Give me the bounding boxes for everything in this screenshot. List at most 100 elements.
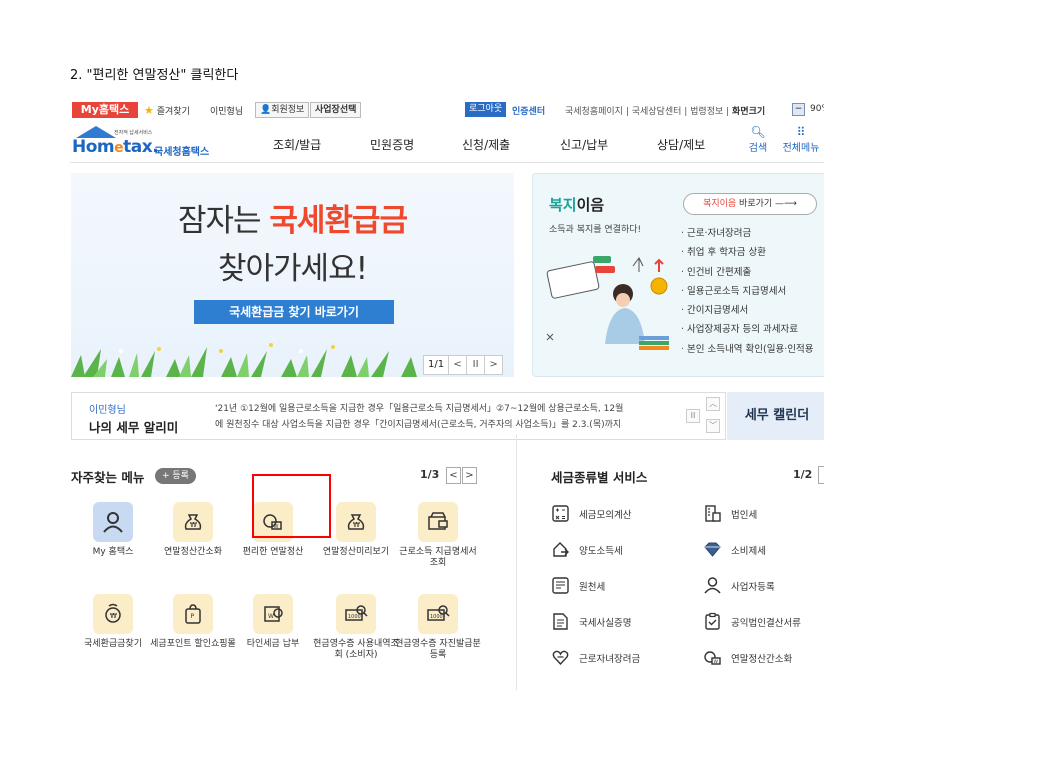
menu-pay-others-tax[interactable]: W 타인세금 납부 [230, 594, 316, 650]
nav-apply[interactable]: 신청/제출 [462, 136, 510, 153]
svg-text:₩: ₩ [110, 612, 117, 620]
frequent-next-button[interactable]: > [462, 467, 477, 484]
zoom-out-button[interactable]: − [792, 103, 805, 116]
certificate-icon [553, 613, 568, 630]
tax-alert-bar: 이민형님 나의 세무 알리미 '21년 ①12월에 일용근로소득을 지급한 경우… [71, 392, 726, 440]
service-business-registration[interactable]: 사업자등록 [703, 576, 775, 595]
banner-pause-button[interactable]: II [466, 356, 484, 374]
menu-earned-income-statement[interactable]: 근로소득 지급명세서 조회 [395, 502, 481, 569]
nav-inquiry[interactable]: 조회/발급 [273, 136, 321, 153]
service-tax-fact-certificate[interactable]: 국세사실증명 [551, 612, 631, 631]
welfare-shortcut-button[interactable]: 복지이음 바로가기 —⟶ [683, 193, 817, 215]
logout-button[interactable]: 로그아웃 [465, 102, 507, 117]
tax-services-prev-button[interactable] [818, 466, 824, 484]
utility-bar: My홈택스 ★ 즐겨찾기 이민형님 👤회원정보 사업장선택 로그아웃 인증센터 … [70, 100, 824, 120]
tax-services-pager: 1/2 [793, 468, 813, 481]
service-public-corp-settlement[interactable]: 공익법인결산서류 [703, 612, 801, 631]
my-hometax-button[interactable]: My홈택스 [72, 102, 138, 118]
refund-banner-pager: 1/1 < II > [423, 355, 504, 375]
list-item: 인건비 간편제출 [681, 263, 813, 282]
banner-prev-button[interactable]: < [448, 356, 466, 374]
money-bag-icon: ₩ [336, 502, 376, 542]
svg-text:1000: 1000 [430, 614, 443, 620]
list-item: 일용근로소득 지급명세서 [681, 282, 813, 301]
service-corporate-tax[interactable]: 법인세 [703, 504, 757, 523]
menu-cash-receipt-usage[interactable]: 1000 현금영수증 사용내역조회 (소비자) [313, 594, 399, 661]
business-select-button[interactable]: 사업장선택 [310, 102, 362, 118]
frequent-menu-title: 자주찾는 메뉴 [71, 470, 145, 485]
service-capital-gains-tax[interactable]: 양도소득세 [551, 540, 623, 559]
alert-line-1[interactable]: '21년 ①12월에 일용근로소득을 지급한 경우「일용근로소득 지급명세서」②… [215, 401, 623, 414]
svg-text:P: P [191, 613, 195, 620]
service-consumption-tax[interactable]: 소비제세 [703, 540, 766, 559]
all-menu-button[interactable]: ⠿ 전체메뉴 [781, 125, 821, 154]
transfer-icon [553, 542, 569, 557]
screen-size-label: 화면크기 [732, 107, 766, 117]
person-icon: 👤 [260, 105, 272, 115]
zoom-level: 90% [810, 104, 824, 114]
refund-find-button[interactable]: 국세환급금 찾기 바로가기 [194, 300, 394, 324]
refund-banner[interactable]: 잠자는 국세환급금 찾아가세요! 국세환급금 찾기 바로가기 1/1 < II … [71, 173, 514, 377]
banner-next-button[interactable]: > [484, 356, 502, 374]
list-item: 사업장제공자 등의 과세자료 [681, 320, 813, 339]
alert-pause-button[interactable]: II [686, 409, 700, 423]
nav-consult[interactable]: 상담/제보 [657, 136, 705, 153]
refund-headline-2: 찾아가세요! [217, 251, 368, 287]
coin-refresh-icon: ₩ [93, 594, 133, 634]
star-icon: ★ [144, 104, 154, 117]
svg-text:1000: 1000 [348, 614, 361, 620]
frequent-prev-button[interactable]: < [446, 467, 461, 484]
woman-illustration [546, 256, 669, 350]
person-icon [704, 577, 721, 594]
nav-report-pay[interactable]: 신고/납부 [560, 136, 608, 153]
welfare-subtitle: 소득과 복지를 연결하다! [549, 225, 642, 235]
tax-calendar-button[interactable]: 세무 캘린더 [727, 392, 824, 440]
menu-year-end-simple[interactable]: ₩ 연말정산간소화 [150, 502, 236, 558]
service-year-end-simple[interactable]: W 연말정산간소화 [703, 648, 792, 667]
alert-line-2[interactable]: 에 원천징수 대상 사업소득을 지급한 경우「간이지급명세서(근로소득, 거주자… [215, 417, 621, 430]
alert-title: 나의 세무 알리미 [89, 420, 179, 435]
tax-document-icon [552, 577, 569, 594]
menu-my-hometax[interactable]: My 홈택스 [70, 502, 156, 558]
register-menu-button[interactable]: + 등록 [155, 468, 196, 484]
coin-hand-icon: W [704, 651, 721, 665]
user-name: 이민형님 [210, 107, 244, 117]
member-info-button[interactable]: 👤회원정보 [255, 102, 310, 118]
svg-text:W: W [714, 659, 719, 665]
person-icon [93, 502, 133, 542]
hometax-screenshot: My홈택스 ★ 즐겨찾기 이민형님 👤회원정보 사업장선택 로그아웃 인증센터 … [70, 100, 824, 690]
receipt-search-icon: 1000 [418, 594, 458, 634]
svg-text:₩: ₩ [353, 521, 360, 529]
favorites-link[interactable]: ★ 즐겨찾기 [144, 104, 190, 117]
alert-up-button[interactable]: ︿ [706, 397, 720, 411]
cert-center-link[interactable]: 인증센터 [512, 104, 545, 117]
wallet-icon [418, 502, 458, 542]
service-withholding-tax[interactable]: 원천세 [551, 576, 605, 595]
list-item: 취업 후 학자금 상환 [681, 243, 813, 262]
menu-tax-refund-find[interactable]: ₩ 국세환급금찾기 [70, 594, 156, 650]
menu-tax-point-mall[interactable]: P 세금포인트 할인쇼핑몰 [150, 594, 236, 650]
welfare-title: 복지이음 [549, 196, 605, 214]
shopping-bag-icon: P [173, 594, 213, 634]
search-icon: 🔍︎ [750, 125, 766, 139]
receipt-search-icon: 1000 [336, 594, 376, 634]
section-divider [516, 435, 517, 690]
calculator-icon [552, 505, 569, 522]
top-links[interactable]: 국세청홈페이지 | 국세상담센터 | 법령정보 | 화면크기 [565, 104, 765, 117]
alert-down-button[interactable]: ﹀ [706, 419, 720, 433]
hometax-logo[interactable]: 전자적 납세서비스 Hometax. 국세청홈택스 [70, 123, 220, 159]
search-button[interactable]: 🔍︎ 검색 [738, 125, 778, 154]
highlight-box [252, 474, 331, 538]
welfare-banner[interactable]: 복지이음 소득과 복지를 연결하다! 복지이음 바로가기 —⟶ 근로·자녀장려금… [532, 173, 824, 377]
site-header: 전자적 납세서비스 Hometax. 국세청홈택스 조회/발급 민원증명 신청/… [70, 121, 824, 163]
list-item: 본인 소득내역 확인(일용·인적용 [681, 340, 813, 359]
svg-text:₩: ₩ [190, 521, 197, 529]
service-earned-income-credit[interactable]: 근로자녀장려금 [551, 648, 640, 667]
menu-cash-receipt-register[interactable]: 1000 현금영수증 자진발급분 등록 [395, 594, 481, 661]
grid-menu-icon: ⠿ [796, 125, 806, 139]
money-bag-icon: ₩ [173, 502, 213, 542]
building-icon [705, 505, 721, 522]
heart-icon [552, 650, 569, 666]
service-tax-simulation[interactable]: 세금모의계산 [551, 504, 631, 523]
nav-civil-cert[interactable]: 민원증명 [370, 136, 414, 153]
